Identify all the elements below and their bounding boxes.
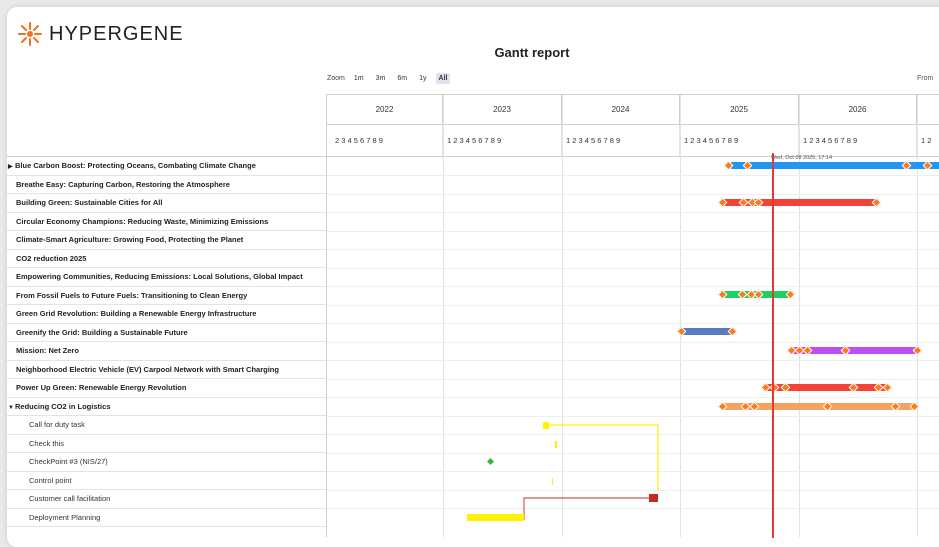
project-row[interactable]: Mission: Net Zero [7,342,326,361]
task-row[interactable]: Customer call facilitation [7,490,326,509]
project-row[interactable]: Neighborhood Electric Vehicle (EV) Carpo… [7,361,326,379]
zoom-1y-button[interactable]: 1y [416,73,429,84]
timeline-header: 2022 2023 2024 2025 2026 2 3 4 5 6 7 8 9… [326,94,939,157]
task-bar[interactable] [555,441,557,448]
project-row[interactable]: Green Grid Revolution: Building a Renewa… [7,305,326,324]
page-title: Gantt report [494,45,570,60]
project-row[interactable]: ▶ Blue Carbon Boost: Protecting Oceans, C… [7,157,326,176]
task-row[interactable]: Deployment Planning [7,509,326,527]
year-header-partial [917,95,939,125]
project-row[interactable]: Breathe Easy: Capturing Carbon, Restorin… [7,176,326,194]
today-line [772,153,774,538]
task-row[interactable]: CheckPoint #3 (NIS/27) [7,453,326,472]
brand-name: HYPERGENE [49,22,184,45]
brand-logo: HYPERGENE [17,21,184,47]
project-row[interactable]: Power Up Green: Renewable Energy Revolut… [7,379,326,398]
year-header: 2026 [799,95,917,125]
collapse-toggle-icon[interactable]: ▼ [8,399,15,416]
task-bar[interactable] [467,514,524,521]
report-card: HYPERGENE Gantt report Zoom 1m 3m 6m 1y … [7,7,939,547]
task-list: ▶ Blue Carbon Boost: Protecting Oceans, C… [7,156,326,527]
dependency-arrows [523,424,659,520]
task-row[interactable]: Control point [7,472,326,490]
project-row[interactable]: Greenify the Grid: Building a Sustainabl… [7,324,326,342]
project-row[interactable]: Building Green: Sustainable Cities for A… [7,194,326,213]
month-labels: 1 2 3 4 5 6 7 8 9 [443,125,562,157]
year-header: 2022 [327,95,443,125]
project-row[interactable]: CO2 reduction 2025 [7,250,326,268]
date-range-from-label: From [917,75,934,82]
zoom-toolbar: Zoom 1m 3m 6m 1y All [327,73,451,84]
month-labels: 2 3 4 5 6 7 8 9 [327,125,443,157]
zoom-6m-button[interactable]: 6m [394,73,410,84]
month-labels: 1 2 [917,125,939,157]
gantt-chart-area: Wed, Oct 08 2025, 17:14 [326,95,939,538]
project-row-expanded[interactable]: ▼Reducing CO2 in Logistics [7,398,326,416]
zoom-3m-button[interactable]: 3m [373,73,389,84]
month-labels: 1 2 3 4 5 6 7 8 9 [680,125,799,157]
month-labels: 1 2 3 4 5 6 7 8 9 [562,125,680,157]
project-row[interactable]: From Fossil Fuels to Future Fuels: Trans… [7,287,326,305]
zoom-all-button[interactable]: All [435,73,451,84]
task-row[interactable]: Check this [7,435,326,453]
project-row[interactable]: Circular Economy Champions: Reducing Was… [7,213,326,231]
year-header: 2024 [562,95,680,125]
task-row[interactable]: Call for duty task [7,416,326,435]
year-header: 2023 [443,95,562,125]
hypergene-sun-icon [18,22,42,46]
month-labels: 1 2 3 4 5 6 7 8 9 [799,125,917,157]
zoom-1m-button[interactable]: 1m [351,73,367,84]
project-row[interactable]: Climate-Smart Agriculture: Growing Food,… [7,231,326,250]
month-header-row: 2 3 4 5 6 7 8 9 1 2 3 4 5 6 7 8 9 1 2 3 … [327,125,939,157]
year-header: 2025 [680,95,799,125]
task-bar[interactable] [552,478,553,485]
today-label: Wed, Oct 08 2025, 17:14 [771,155,833,161]
task-bar[interactable] [649,494,658,502]
zoom-label: Zoom [327,75,345,82]
expand-toggle-icon[interactable]: ▶ [8,158,15,175]
project-row[interactable]: Empowering Communities, Reducing Emissio… [7,268,326,287]
